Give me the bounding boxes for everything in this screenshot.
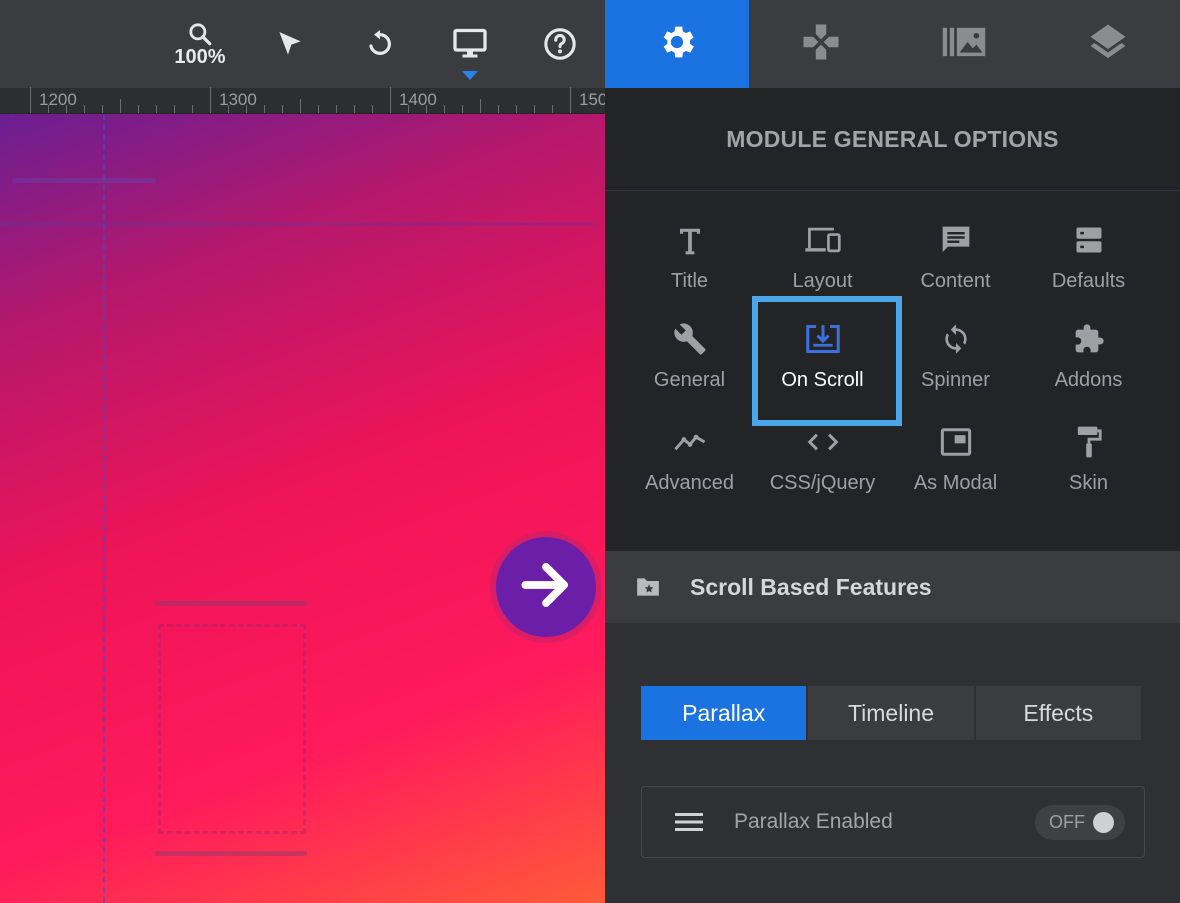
trend-line-icon — [673, 426, 707, 458]
folder-star-icon — [635, 575, 661, 599]
arrow-right-icon — [515, 554, 577, 621]
code-brackets-icon — [806, 426, 840, 458]
option-label: Advanced — [645, 472, 734, 494]
wrench-icon — [673, 323, 707, 355]
horizontal-guide[interactable] — [0, 223, 595, 225]
device-view-button[interactable] — [435, 0, 505, 88]
select-tool-button[interactable] — [255, 0, 325, 88]
desktop-monitor-icon — [452, 27, 488, 61]
tab-navigation[interactable] — [749, 0, 893, 88]
sync-icon — [940, 323, 972, 355]
toggle-knob — [1093, 812, 1114, 833]
parallax-enabled-label: Parallax Enabled — [734, 810, 893, 833]
toggle-state-label: OFF — [1049, 812, 1085, 832]
option-label: Title — [670, 270, 709, 292]
option-label: Skin — [1069, 472, 1108, 494]
layers-icon — [1087, 21, 1129, 68]
zoom-button[interactable]: 100% — [165, 0, 235, 88]
puzzle-icon — [1073, 323, 1105, 355]
option-label: CSS/jQuery — [769, 472, 876, 494]
ghost-layer-bar — [12, 178, 156, 183]
ruler-label: 1200 — [39, 90, 77, 109]
slides-library-icon — [941, 22, 987, 67]
option-advanced[interactable]: Advanced — [623, 398, 756, 497]
option-defaults[interactable]: Defaults — [1022, 200, 1155, 299]
gamepad-icon — [800, 21, 842, 68]
options-panel: MODULE GENERAL OPTIONS Title Layout Cont… — [605, 0, 1180, 903]
title-t-icon — [677, 224, 703, 256]
option-label: Layout — [792, 270, 853, 292]
option-label: General — [653, 369, 726, 391]
option-label: Defaults — [1051, 270, 1126, 292]
scroll-feature-tabs: Parallax Timeline Effects — [641, 686, 1141, 740]
cursor-arrow-icon — [274, 28, 306, 60]
devices-icon — [804, 224, 842, 256]
editor-canvas-area: 100% 1200 1300 1400 150 — [0, 0, 605, 903]
option-as-modal[interactable]: As Modal — [889, 398, 1022, 497]
gear-icon — [656, 21, 698, 68]
help-circle-icon — [543, 27, 577, 61]
parallax-enabled-toggle[interactable]: OFF — [1035, 805, 1125, 840]
panel-title: MODULE GENERAL OPTIONS — [605, 88, 1180, 191]
option-content[interactable]: Content — [889, 200, 1022, 299]
scroll-download-icon — [805, 323, 841, 355]
undo-button[interactable] — [345, 0, 415, 88]
storage-icon — [1074, 224, 1104, 256]
editor-toolbar: 100% — [0, 0, 605, 88]
scroll-features-body: Parallax Timeline Effects Parallax Enabl… — [605, 623, 1180, 903]
option-spinner[interactable]: Spinner — [889, 299, 1022, 398]
active-device-indicator — [462, 71, 478, 80]
horizontal-ruler[interactable]: 1200 1300 1400 150 — [0, 87, 605, 114]
tab-layers[interactable] — [1036, 0, 1180, 88]
paint-roller-icon — [1075, 426, 1103, 458]
ruler-label: 150 — [579, 90, 605, 109]
menu-lines-icon — [674, 811, 704, 833]
search-icon — [187, 21, 213, 47]
next-slide-arrow-button[interactable] — [496, 537, 596, 637]
tab-module-settings[interactable] — [605, 0, 749, 88]
option-css-jquery[interactable]: CSS/jQuery — [756, 398, 889, 497]
help-button[interactable] — [525, 0, 595, 88]
option-addons[interactable]: Addons — [1022, 299, 1155, 398]
slide-stage[interactable] — [0, 114, 605, 903]
tab-slides-library[interactable] — [893, 0, 1037, 88]
ghost-layer-box — [158, 624, 306, 834]
undo-icon — [364, 28, 396, 60]
option-title[interactable]: Title — [623, 200, 756, 299]
ghost-layer-bar — [155, 601, 307, 606]
option-layout[interactable]: Layout — [756, 200, 889, 299]
parallax-enabled-row: Parallax Enabled OFF — [641, 786, 1145, 858]
vertical-guide[interactable] — [103, 114, 105, 903]
modal-window-icon — [939, 426, 973, 458]
option-label: Spinner — [921, 369, 990, 391]
option-on-scroll[interactable]: On Scroll — [752, 296, 902, 426]
tab-effects[interactable]: Effects — [975, 686, 1141, 740]
chat-message-icon — [940, 224, 972, 256]
tab-parallax[interactable]: Parallax — [641, 686, 809, 740]
option-skin[interactable]: Skin — [1022, 398, 1155, 497]
section-header-scroll-features[interactable]: Scroll Based Features — [605, 551, 1180, 623]
panel-tab-bar — [605, 0, 1180, 88]
zoom-level-label: 100% — [174, 46, 226, 68]
option-label: Content — [920, 270, 991, 292]
ghost-layer-box — [10, 114, 158, 174]
option-label: On Scroll — [781, 369, 864, 391]
tab-timeline[interactable]: Timeline — [808, 686, 976, 740]
option-general[interactable]: General — [623, 299, 756, 398]
ruler-label: 1300 — [219, 90, 257, 109]
ruler-label: 1400 — [399, 90, 437, 109]
ghost-layer-bar — [155, 851, 307, 856]
option-label: Addons — [1054, 369, 1123, 391]
option-label: As Modal — [913, 472, 998, 494]
section-title: Scroll Based Features — [690, 573, 932, 600]
